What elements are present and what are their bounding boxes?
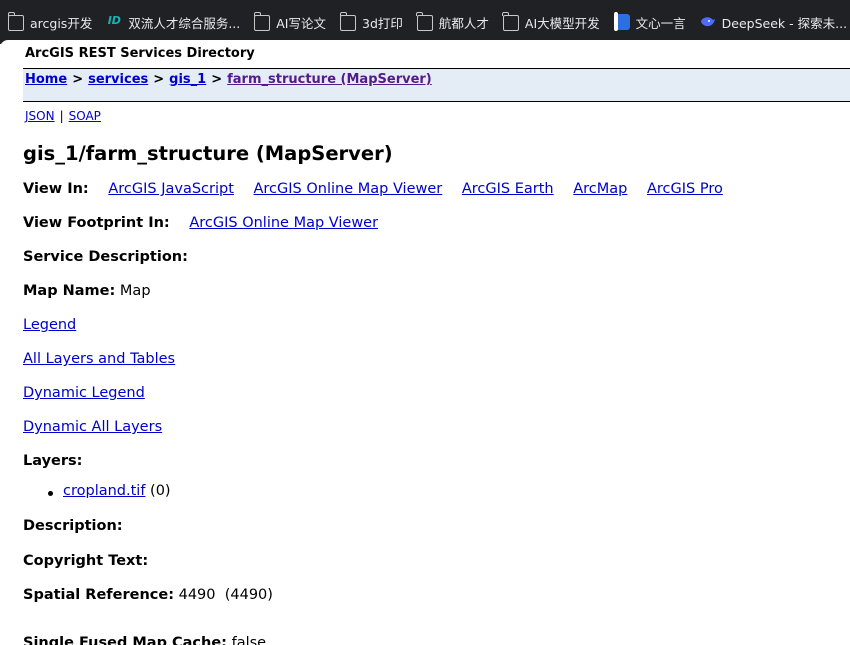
- breadcrumb: Home > services > gis_1 > farm_structure (MapS…: [25, 72, 432, 87]
- copyright-label: Copyright Text:: [23, 553, 149, 569]
- spatial-reference-value: 4490 (4490): [178, 587, 273, 603]
- view-in-arcgis-pro-link[interactable]: ArcGIS Pro: [647, 181, 723, 197]
- layers-label: Layers:: [23, 453, 83, 469]
- bookmark-label: 双流人才综合服务...: [128, 15, 241, 31]
- legend-row: Legend: [23, 317, 76, 333]
- layer-cropland-link[interactable]: cropland.tif: [63, 483, 145, 499]
- legend-link[interactable]: Legend: [23, 317, 76, 333]
- wenxin-favicon: [613, 14, 630, 30]
- breadcrumb-separator: >: [211, 72, 223, 87]
- folder-icon: [253, 12, 271, 31]
- service-description-row: Service Description:: [23, 249, 188, 265]
- view-in-arcgis-javascript-link[interactable]: ArcGIS JavaScript: [108, 181, 234, 197]
- site-favicon: ID: [107, 14, 121, 27]
- folder-icon: [7, 12, 24, 31]
- service-description-label: Service Description:: [23, 249, 188, 265]
- map-name-value: Map: [119, 283, 151, 299]
- bookmark-label: 3d打印: [362, 15, 403, 31]
- all-layers-row: All Layers and Tables: [23, 351, 175, 367]
- single-fused-cache-label: Single Fused Map Cache:: [23, 635, 227, 645]
- bookmark-label: 文心一言: [635, 15, 686, 31]
- folder-icon: [416, 12, 433, 31]
- bookmark-ai-llm[interactable]: AI大模型开发: [502, 12, 600, 32]
- copyright-row: Copyright Text:: [23, 553, 148, 569]
- bookmark-label: AI写论文: [276, 15, 326, 31]
- bookmark-label: arcgis开发: [30, 15, 93, 31]
- map-name-row: Map Name: Map: [23, 283, 151, 299]
- bookmark-3d-print[interactable]: 3d打印: [339, 12, 403, 32]
- spatial-reference-row: Spatial Reference: 4490 (4490): [23, 587, 273, 603]
- single-fused-cache-value: false: [231, 635, 267, 645]
- soap-link[interactable]: SOAP: [69, 109, 101, 123]
- layer-id: (0): [150, 483, 171, 499]
- bookmark-label: 航都人才: [438, 15, 489, 31]
- view-in-row: View In: ArcGIS JavaScript ArcGIS Online…: [23, 181, 723, 197]
- bookmark-ai-paper[interactable]: AI写论文: [253, 12, 326, 32]
- bookmark-wenxin[interactable]: 文心一言: [613, 13, 686, 32]
- page-title: gis_1/farm_structure (MapServer): [23, 142, 393, 165]
- bookmark-label: AI大模型开发: [524, 15, 600, 31]
- directory-title: ArcGIS REST Services Directory: [25, 46, 255, 61]
- bookmark-shuangliu[interactable]: ID 双流人才综合服务...: [106, 13, 241, 32]
- bookmark-label: DeepSeek - 探索未...: [721, 15, 848, 31]
- view-footprint-label: View Footprint In:: [23, 215, 170, 231]
- breadcrumb-folder-link[interactable]: gis_1: [169, 72, 206, 87]
- description-label: Description:: [23, 518, 123, 534]
- view-footprint-online-map-viewer-link[interactable]: ArcGIS Online Map Viewer: [189, 215, 378, 231]
- deepseek-favicon: [700, 17, 715, 27]
- format-links: JSON | SOAP: [25, 109, 101, 123]
- view-in-online-map-viewer-link[interactable]: ArcGIS Online Map Viewer: [254, 181, 443, 197]
- folder-icon: [502, 12, 519, 31]
- view-in-arcmap-link[interactable]: ArcMap: [573, 181, 627, 197]
- view-in-label: View In:: [23, 181, 89, 197]
- dynamic-all-layers-row: Dynamic All Layers: [23, 419, 162, 435]
- breadcrumb-home-link[interactable]: Home: [25, 72, 67, 87]
- bookmarks-bar: arcgis开发 ID 双流人才综合服务... AI写论文 3d打印 航都人才 …: [0, 0, 850, 44]
- breadcrumb-services-link[interactable]: services: [88, 72, 148, 87]
- breadcrumb-separator: >: [153, 72, 165, 87]
- dynamic-all-layers-link[interactable]: Dynamic All Layers: [23, 419, 162, 435]
- layers-list: cropland.tif (0): [48, 483, 171, 499]
- bookmark-deepseek[interactable]: DeepSeek - 探索未...: [700, 13, 847, 32]
- breadcrumb-bar: Home > services > gis_1 > farm_structure (MapS…: [23, 68, 850, 102]
- folder-icon: [339, 12, 356, 31]
- map-name-label: Map Name:: [23, 283, 116, 299]
- dynamic-legend-link[interactable]: Dynamic Legend: [23, 385, 145, 401]
- bookmark-arcgis[interactable]: arcgis开发: [7, 12, 93, 32]
- bookmark-hangdu[interactable]: 航都人才: [416, 12, 489, 32]
- view-footprint-row: View Footprint In: ArcGIS Online Map Vie…: [23, 215, 378, 231]
- description-row: Description:: [23, 518, 123, 534]
- breadcrumb-separator: >: [72, 72, 84, 87]
- layers-row: Layers:: [23, 453, 82, 469]
- list-item: cropland.tif (0): [48, 483, 171, 499]
- view-in-arcgis-earth-link[interactable]: ArcGIS Earth: [462, 181, 554, 197]
- single-fused-cache-row: Single Fused Map Cache: false: [23, 635, 266, 645]
- dynamic-legend-row: Dynamic Legend: [23, 385, 145, 401]
- page-content: ArcGIS REST Services Directory Home > serv…: [0, 40, 850, 645]
- all-layers-and-tables-link[interactable]: All Layers and Tables: [23, 351, 175, 367]
- breadcrumb-current-link[interactable]: farm_structure (MapServer): [227, 72, 432, 87]
- format-separator: |: [59, 109, 64, 123]
- json-link[interactable]: JSON: [25, 109, 55, 123]
- spatial-reference-label: Spatial Reference:: [23, 587, 174, 603]
